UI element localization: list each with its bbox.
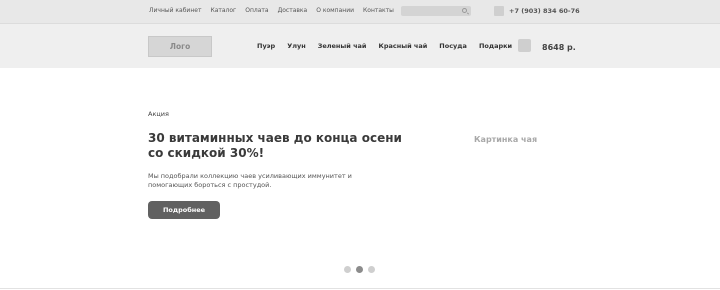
phone-number[interactable]: +7 (903) 834 60-76 [509,7,580,15]
promo-label: Акция [148,110,169,118]
slider-dot-3[interactable] [368,266,375,273]
slider-dots [344,266,375,273]
nav-item-gifts[interactable]: Подарки [479,42,512,50]
main-nav: Пуэр Улун Зеленый чай Красный чай Посуда… [257,42,512,50]
more-details-button[interactable]: Подробнее [148,201,220,219]
top-link-about[interactable]: О компании [316,7,354,14]
promo-title: 30 витаминных чаев до конца осени со ски… [148,131,402,160]
nav-item-oolong[interactable]: Улун [287,42,306,50]
top-link-contacts[interactable]: Контакты [363,7,394,14]
phone-icon [494,6,504,16]
nav-item-red-tea[interactable]: Красный чай [379,42,428,50]
divider [0,288,720,289]
nav-item-green-tea[interactable]: Зеленый чай [318,42,367,50]
top-link-account[interactable]: Личный кабинет [149,7,201,14]
top-link-catalog[interactable]: Каталог [210,7,236,14]
cart-icon[interactable] [518,39,531,52]
search-input[interactable] [401,6,471,16]
cart-total[interactable]: 8648 р. [542,43,576,52]
hero-banner: Акция 30 витаминных чаев до конца осени … [0,68,720,290]
top-bar: Личный кабинет Каталог Оплата Доставка О… [0,0,720,23]
main-header: Лого Пуэр Улун Зеленый чай Красный чай П… [0,23,720,68]
top-link-payment[interactable]: Оплата [245,7,268,14]
top-nav: Личный кабинет Каталог Оплата Доставка О… [149,7,394,14]
search-icon[interactable] [462,8,467,13]
promo-description: Мы подобрали коллекцию чаев усиливающих … [148,172,352,189]
nav-item-puer[interactable]: Пуэр [257,42,275,50]
slider-dot-1[interactable] [344,266,351,273]
top-link-delivery[interactable]: Доставка [278,7,308,14]
logo[interactable]: Лого [148,36,212,57]
nav-item-teaware[interactable]: Посуда [439,42,467,50]
tea-image-placeholder: Картинка чая [474,135,538,144]
slider-dot-2[interactable] [356,266,363,273]
